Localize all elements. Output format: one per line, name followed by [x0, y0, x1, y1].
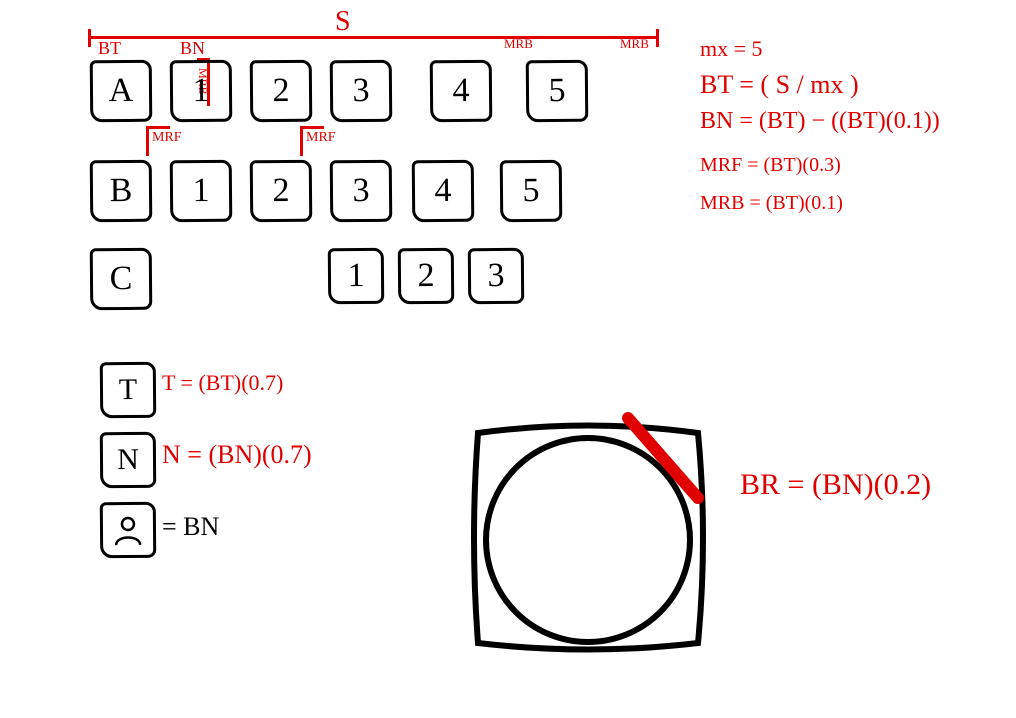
label-mrf-mid: MRF	[306, 130, 336, 146]
span-label: S	[335, 6, 351, 38]
legend-box-n: N	[100, 432, 156, 488]
label-mrb-mid: MRB	[504, 36, 533, 52]
cell-b3: 3	[330, 160, 393, 223]
formula-bn: BN = (BT) − ((BT)(0.1))	[700, 108, 940, 135]
cell-b4: 4	[412, 160, 475, 223]
diagram-canvas: S BT BN MRB MRB MRB A 1 2 3 4 5 MRF MRF …	[0, 0, 1016, 718]
cell-a5: 5	[526, 60, 589, 123]
legend-formula-t: T = (BT)(0.7)	[162, 370, 283, 396]
span-tick-left	[88, 29, 91, 47]
formula-mrf: MRF = (BT)(0.3)	[700, 154, 841, 177]
cell-a2: 2	[250, 60, 313, 123]
legend-box-t: T	[100, 362, 156, 418]
label-mrb-end: MRB	[620, 36, 649, 52]
cell-c3: 3	[468, 248, 524, 304]
cell-c2: 2	[398, 248, 454, 304]
span-tick-right	[656, 29, 659, 47]
person-icon	[111, 513, 145, 547]
formula-br: BR = (BN)(0.2)	[740, 468, 931, 502]
row-label-c: C	[90, 248, 153, 311]
cell-a3: 3	[330, 60, 393, 123]
legend-formula-n: N = (BN)(0.7)	[162, 440, 312, 470]
mrf-bracket-mid-v	[300, 126, 303, 156]
cell-a4: 4	[430, 60, 493, 123]
formula-mrb: MRB = (BT)(0.1)	[700, 192, 843, 215]
formula-bt: BT = ( S / mx )	[700, 70, 859, 100]
label-bn: BN	[180, 38, 205, 59]
legend-box-avatar	[100, 502, 156, 558]
label-bt: BT	[98, 38, 121, 59]
cell-c1: 1	[328, 248, 384, 304]
cell-b5: 5	[500, 160, 563, 223]
cell-b1: 1	[170, 160, 233, 223]
mrf-bracket-left-h	[146, 126, 170, 129]
span-line	[88, 36, 658, 39]
mrf-bracket-left-v	[146, 126, 149, 156]
row-label-b: B	[90, 160, 153, 223]
mrf-bracket-mid-h	[300, 126, 324, 129]
cell-b2: 2	[250, 160, 313, 223]
detail-square-circle	[458, 408, 718, 668]
row-label-a: A	[90, 60, 153, 123]
legend-avatar-eq: = BN	[162, 512, 219, 542]
cell-a1: 1	[170, 60, 233, 123]
formula-mx: mx = 5	[700, 36, 763, 62]
label-mrf-left: MRF	[152, 130, 182, 146]
